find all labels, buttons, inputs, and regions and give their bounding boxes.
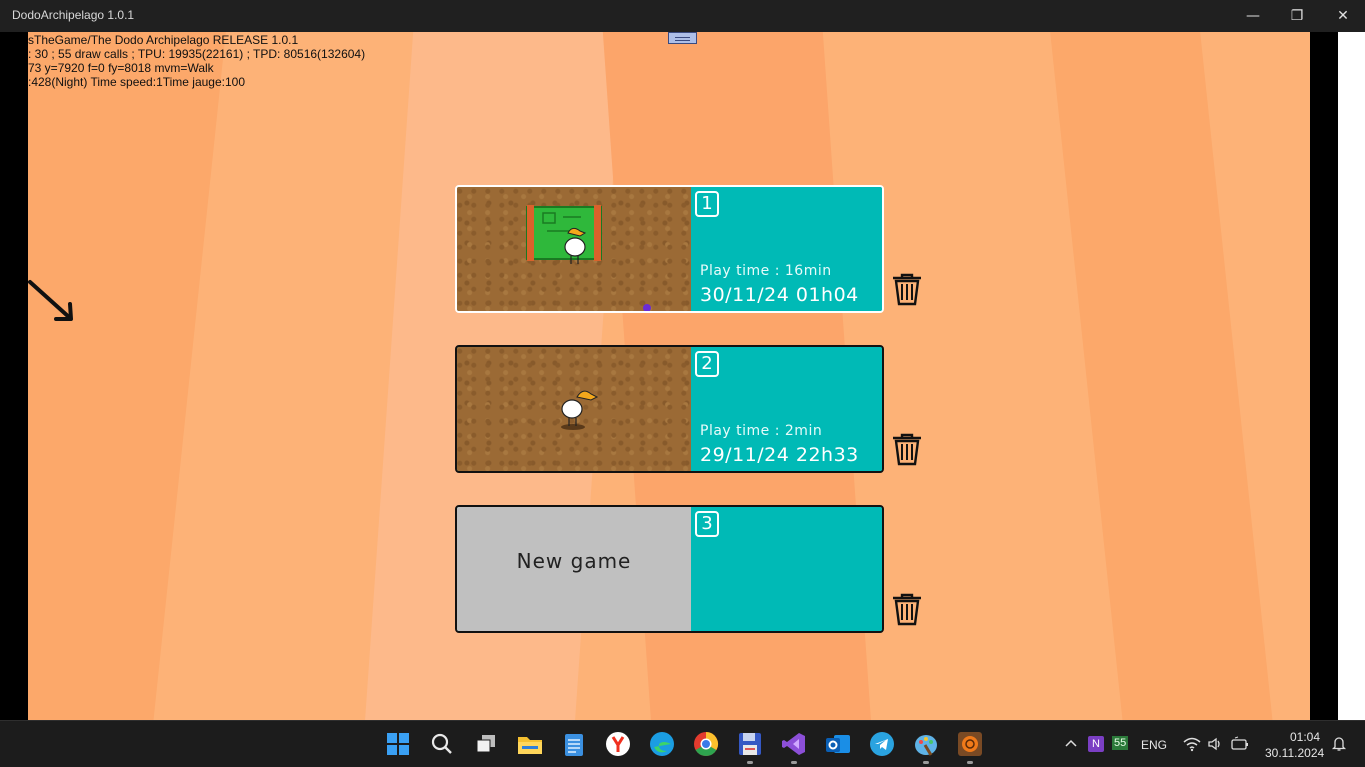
chrome-icon[interactable] xyxy=(693,731,719,757)
task-view-icon[interactable] xyxy=(473,731,499,757)
close-button[interactable]: ✕ xyxy=(1320,0,1365,32)
menu-toggle-button[interactable] xyxy=(668,32,697,44)
yandex-browser-icon[interactable] xyxy=(605,731,631,757)
minimize-button[interactable]: — xyxy=(1230,0,1276,32)
delete-slot-2-trash-icon[interactable] xyxy=(891,432,923,466)
notepad-icon[interactable] xyxy=(561,731,587,757)
start-icon[interactable] xyxy=(385,731,411,757)
bg-stripe xyxy=(28,32,231,720)
volume-icon[interactable] xyxy=(1207,736,1223,752)
dodo-with-map-thumbnail xyxy=(526,205,651,311)
delete-slot-3-trash-icon[interactable] xyxy=(891,592,923,626)
visual-studio-icon[interactable] xyxy=(781,731,807,757)
taskbar: N 55 ENG 01:04 30.11.2024 xyxy=(0,720,1365,767)
clock-date[interactable]: 30.11.2024 xyxy=(1265,746,1324,760)
paint-icon[interactable] xyxy=(913,731,939,757)
running-indicator xyxy=(747,761,753,764)
notification-bell-icon[interactable] xyxy=(1331,736,1347,752)
bg-stripe xyxy=(1045,32,1281,720)
slot-number: 2 xyxy=(695,351,719,377)
save-floppy-icon[interactable] xyxy=(737,731,763,757)
save-date: 30/11/24 01h04 xyxy=(700,284,859,306)
save-thumbnail xyxy=(457,187,691,311)
left-letterbox xyxy=(0,32,28,720)
cursor-arrow-icon xyxy=(28,280,73,321)
debug-overlay: sTheGame/The Dodo Archipelago RELEASE 1.… xyxy=(28,33,366,89)
delete-slot-1-trash-icon[interactable] xyxy=(891,272,923,306)
wifi-icon[interactable] xyxy=(1183,736,1201,752)
save-date: 29/11/24 22h33 xyxy=(700,444,859,466)
save-slot-1[interactable]: 1 Play time : 16min 30/11/24 01h04 xyxy=(455,185,884,313)
title-bar: DodoArchipelago 1.0.1 — ❐ ✕ xyxy=(0,0,1365,32)
empty-thumbnail: New game xyxy=(457,507,691,631)
window-title: DodoArchipelago 1.0.1 xyxy=(12,8,135,22)
right-edge xyxy=(1338,32,1365,720)
edge-icon[interactable] xyxy=(649,731,675,757)
badge-count[interactable]: 55 xyxy=(1112,736,1129,750)
running-indicator xyxy=(923,761,929,764)
search-icon[interactable] xyxy=(429,731,455,757)
chevron-up-icon[interactable] xyxy=(1065,738,1077,748)
slot-number: 3 xyxy=(695,511,719,537)
file-explorer-icon[interactable] xyxy=(517,731,543,757)
right-letterbox xyxy=(1310,32,1338,720)
save-thumbnail xyxy=(457,347,691,471)
language-indicator[interactable]: ENG xyxy=(1141,738,1167,752)
slot-info-panel: 2 Play time : 2min 29/11/24 22h33 xyxy=(691,347,882,471)
clock-time[interactable]: 01:04 xyxy=(1290,730,1320,744)
dodo-thumbnail xyxy=(561,390,599,430)
slot-number: 1 xyxy=(695,191,719,217)
new-game-label: New game xyxy=(516,549,632,573)
running-indicator xyxy=(791,761,797,764)
save-slot-3[interactable]: New game 3 xyxy=(455,505,884,633)
game-viewport: sTheGame/The Dodo Archipelago RELEASE 1.… xyxy=(28,32,1310,720)
outlook-icon[interactable] xyxy=(825,731,851,757)
play-time: Play time : 16min xyxy=(700,263,832,279)
running-indicator xyxy=(967,761,973,764)
slot-info-panel: 1 Play time : 16min 30/11/24 01h04 xyxy=(691,187,882,311)
dodo-game-icon[interactable] xyxy=(957,731,983,757)
save-slot-2[interactable]: 2 Play time : 2min 29/11/24 22h33 xyxy=(455,345,884,473)
play-time: Play time : 2min xyxy=(700,423,823,439)
telegram-icon[interactable] xyxy=(869,731,895,757)
onenote-icon[interactable]: N xyxy=(1088,736,1104,752)
restore-button[interactable]: ❐ xyxy=(1274,0,1320,32)
battery-icon[interactable] xyxy=(1230,736,1250,752)
slot-info-panel: 3 xyxy=(691,507,882,631)
